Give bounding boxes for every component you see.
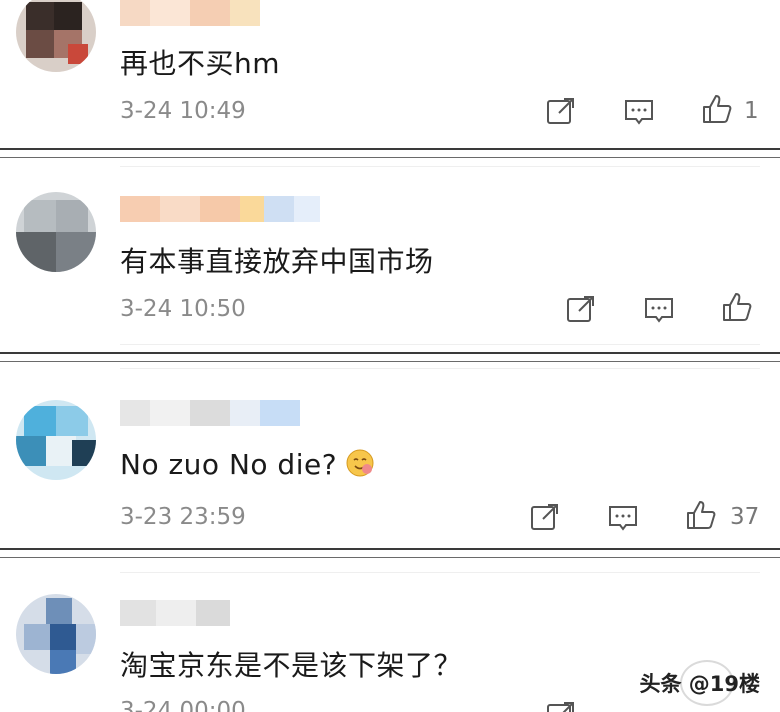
watermark-text: 头条 @19楼	[639, 672, 760, 696]
top-line	[120, 368, 760, 369]
username-blurred[interactable]	[120, 196, 320, 222]
thumbs-up-icon[interactable]	[684, 498, 718, 532]
like-count: 37	[730, 504, 760, 530]
comment-card: 有本事直接放弃中国市场 3-24 10:50	[0, 158, 780, 352]
username-blurred[interactable]	[120, 400, 300, 426]
comment-time: 3-24 10:50	[120, 296, 246, 322]
top-line	[120, 572, 760, 573]
comment-text: 有本事直接放弃中国市场	[120, 245, 434, 278]
comment-icon[interactable]	[642, 292, 676, 326]
avatar[interactable]	[16, 0, 96, 72]
username-blurred[interactable]	[120, 0, 260, 26]
avatar[interactable]	[16, 594, 96, 674]
share-icon[interactable]	[564, 292, 598, 326]
username-blurred[interactable]	[120, 600, 230, 626]
share-icon[interactable]	[544, 698, 578, 712]
like-count: 1	[744, 98, 759, 124]
avatar[interactable]	[16, 400, 96, 480]
comment-icon[interactable]	[622, 94, 656, 128]
divider	[0, 548, 780, 558]
comment-text: 再也不买hm	[120, 47, 281, 80]
divider	[0, 352, 780, 362]
top-line	[120, 166, 760, 167]
comment-text: No zuo No die?	[120, 448, 375, 481]
comment-icon[interactable]	[606, 500, 640, 534]
comment-card: No zuo No die? 3-23 23:59 37	[0, 362, 780, 548]
comment-card: 再也不买hm 3-24 10:49 1	[0, 0, 780, 148]
comment-time: 3-24 00:00	[120, 698, 246, 712]
comment-text-content: No zuo No die?	[120, 448, 338, 481]
avatar[interactable]	[16, 192, 96, 272]
thumbs-up-icon[interactable]	[720, 290, 754, 324]
share-icon[interactable]	[528, 500, 562, 534]
comment-text: 淘宝京东是不是该下架了？	[120, 649, 463, 682]
comment-time: 3-24 10:49	[120, 98, 246, 124]
share-icon[interactable]	[544, 94, 578, 128]
bottom-line	[120, 344, 760, 345]
thumbs-up-icon[interactable]	[700, 92, 734, 126]
emoji-icon	[345, 448, 375, 478]
divider	[0, 148, 780, 158]
comment-time: 3-23 23:59	[120, 504, 246, 530]
